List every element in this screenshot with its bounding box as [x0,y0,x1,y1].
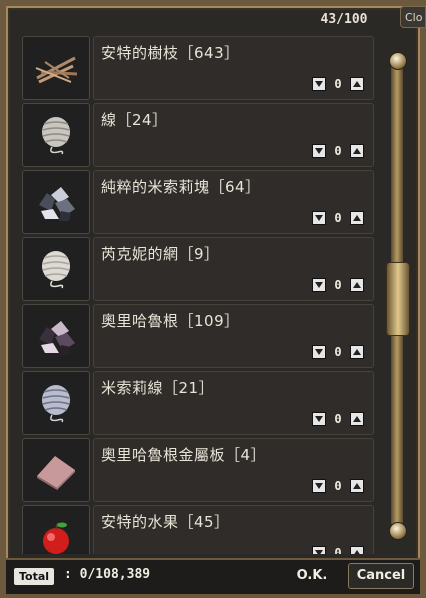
arrow-up-icon [353,349,361,355]
increase-button[interactable] [350,144,364,158]
apple-fruit-icon [43,522,69,554]
item-info: 安特的水果［45］ 0 [93,505,374,554]
quantity-value: 0 [334,278,342,292]
arrow-down-icon [315,148,323,154]
quantity-stepper: 0 [312,345,364,359]
arrow-down-icon [315,282,323,288]
quantity-value: 0 [334,211,342,225]
item-slot[interactable] [22,371,90,435]
total-value: : 0/108,389 [64,567,151,582]
item-info: 純粹的米索莉塊［64］ 0 [93,170,374,234]
thread-spool-icon [42,117,70,155]
item-name: 奧里哈魯根［109］ [101,312,240,330]
list-item: 安特的樹枝［643］ 0 [22,36,374,100]
arrow-down-icon [315,416,323,422]
quantity-value: 0 [334,77,342,91]
item-slot[interactable] [22,36,90,100]
increase-button[interactable] [350,345,364,359]
ok-button[interactable]: O.K. [286,565,338,587]
quantity-stepper: 0 [312,479,364,493]
quantity-stepper: 0 [312,144,364,158]
item-name: 安特的樹枝［643］ [101,44,240,62]
quantity-stepper: 0 [312,278,364,292]
decrease-button[interactable] [312,77,326,91]
mithril-thread-icon [42,385,70,423]
decrease-button[interactable] [312,211,326,225]
item-info: 奧里哈魯根金屬板［4］ 0 [93,438,374,502]
quantity-value: 0 [334,144,342,158]
mithril-ore-icon [39,187,75,221]
list-item: 純粹的米索莉塊［64］ 0 [22,170,374,234]
item-info: 芮克妮的網［9］ 0 [93,237,374,301]
twig-bundle-icon [35,56,78,84]
arrow-up-icon [353,416,361,422]
item-info: 奧里哈魯根［109］ 0 [93,304,374,368]
list-item: 芮克妮的網［9］ 0 [22,237,374,301]
list-item: 安特的水果［45］ 0 [22,505,374,554]
arrow-down-icon [315,349,323,355]
arrow-up-icon [353,483,361,489]
list-item: 奧里哈魯根［109］ 0 [22,304,374,368]
item-slot[interactable] [22,103,90,167]
increase-button[interactable] [350,546,364,554]
item-name: 純粹的米索莉塊［64］ [101,178,261,196]
increase-button[interactable] [350,278,364,292]
arrow-up-icon [353,282,361,288]
metal-plate-icon [37,456,75,490]
item-info: 線［24］ 0 [93,103,374,167]
decrease-button[interactable] [312,144,326,158]
item-name: 米索莉線［21］ [101,379,215,397]
oriharukon-ore-icon [39,321,75,355]
scroll-down-knob[interactable] [389,522,407,540]
item-slot[interactable] [22,505,90,554]
arrow-up-icon [353,215,361,221]
item-list: 安特的樹枝［643］ 0 線［24］ 0 純粹的米索莉塊［64］ 0 芮克妮的網… [22,36,374,554]
quantity-stepper: 0 [312,211,364,225]
item-name: 芮克妮的網［9］ [101,245,220,263]
arrow-down-icon [315,81,323,87]
item-slot[interactable] [22,170,90,234]
list-item: 米索莉線［21］ 0 [22,371,374,435]
total-label: Total [14,568,55,585]
web-spool-icon [42,251,70,289]
arrow-up-icon [353,550,361,554]
scroll-up-knob[interactable] [389,52,407,70]
decrease-button[interactable] [312,412,326,426]
quantity-stepper: 0 [312,546,364,554]
quantity-value: 0 [334,345,342,359]
arrow-up-icon [353,148,361,154]
decrease-button[interactable] [312,345,326,359]
increase-button[interactable] [350,77,364,91]
increase-button[interactable] [350,211,364,225]
arrow-down-icon [315,215,323,221]
item-count: 43/100 [320,12,368,27]
decrease-button[interactable] [312,278,326,292]
item-info: 米索莉線［21］ 0 [93,371,374,435]
item-slot[interactable] [22,438,90,502]
arrow-down-icon [315,550,323,554]
list-item: 線［24］ 0 [22,103,374,167]
footer-bar: Total : 0/108,389 O.K. Cancel [6,558,420,594]
item-info: 安特的樹枝［643］ 0 [93,36,374,100]
item-name: 安特的水果［45］ [101,513,230,531]
decrease-button[interactable] [312,479,326,493]
item-name: 奧里哈魯根金屬板［4］ [101,446,267,464]
quantity-value: 0 [334,479,342,493]
quantity-stepper: 0 [312,412,364,426]
item-slot[interactable] [22,237,90,301]
close-tab[interactable]: Clo [400,6,426,28]
scrollbar-thumb[interactable] [386,262,410,336]
quantity-value: 0 [334,546,342,554]
item-slot[interactable] [22,304,90,368]
cancel-button[interactable]: Cancel [348,563,414,589]
increase-button[interactable] [350,412,364,426]
quantity-stepper: 0 [312,77,364,91]
list-item: 奧里哈魯根金屬板［4］ 0 [22,438,374,502]
increase-button[interactable] [350,479,364,493]
arrow-up-icon [353,81,361,87]
quantity-value: 0 [334,412,342,426]
item-name: 線［24］ [101,111,168,129]
decrease-button[interactable] [312,546,326,554]
arrow-down-icon [315,483,323,489]
